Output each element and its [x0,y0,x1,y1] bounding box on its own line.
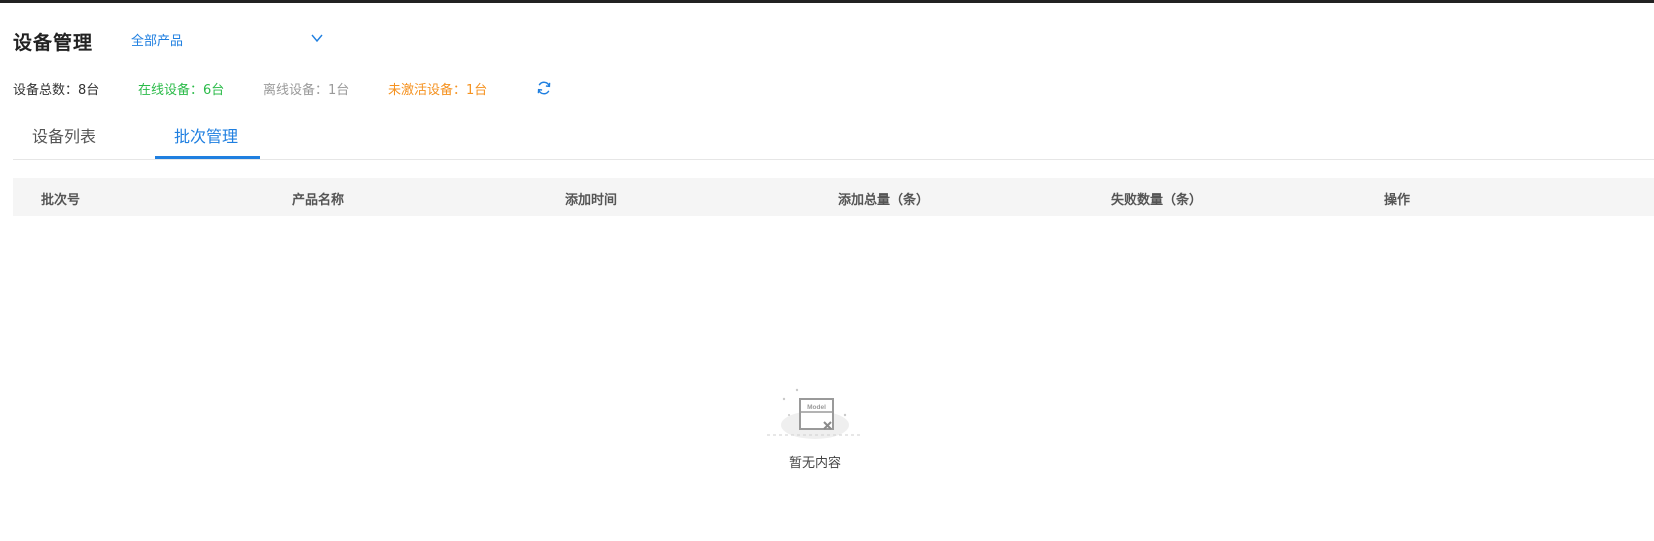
stat-total: 设备总数：8台 [13,83,100,98]
stat-online: 在线设备：6台 [138,83,225,98]
chevron-down-icon [311,34,323,43]
empty-state: Model 暂无内容 [760,385,870,475]
column-added-total: 添加总量（条） [838,193,930,208]
stat-offline: 离线设备：1台 [263,83,350,98]
column-added-time: 添加时间 [565,193,618,208]
top-border [0,0,1654,3]
column-product-name: 产品名称 [292,193,345,208]
tab-bar: 设备列表 批次管理 [13,112,1654,160]
empty-text: 暂无内容 [788,456,841,471]
tab-batch-management[interactable]: 批次管理 [174,123,238,147]
stat-inactive: 未激活设备：1台 [388,83,488,98]
tab-device-list[interactable]: 设备列表 [32,123,96,147]
active-tab-indicator [155,156,260,159]
empty-box-icon: Model [767,388,863,439]
column-actions: 操作 [1384,193,1411,208]
product-select[interactable]: 全部产品 [121,26,336,52]
refresh-icon[interactable] [536,80,552,96]
column-failed-count: 失败数量（条） [1111,193,1203,208]
column-batch-no: 批次号 [41,193,81,208]
page-title: 设备管理 [13,32,94,54]
empty-illustration-label: Model [807,404,826,411]
product-select-value: 全部产品 [131,34,184,49]
table-header: 批次号 产品名称 添加时间 添加总量（条） 失败数量（条） 操作 [13,178,1654,216]
